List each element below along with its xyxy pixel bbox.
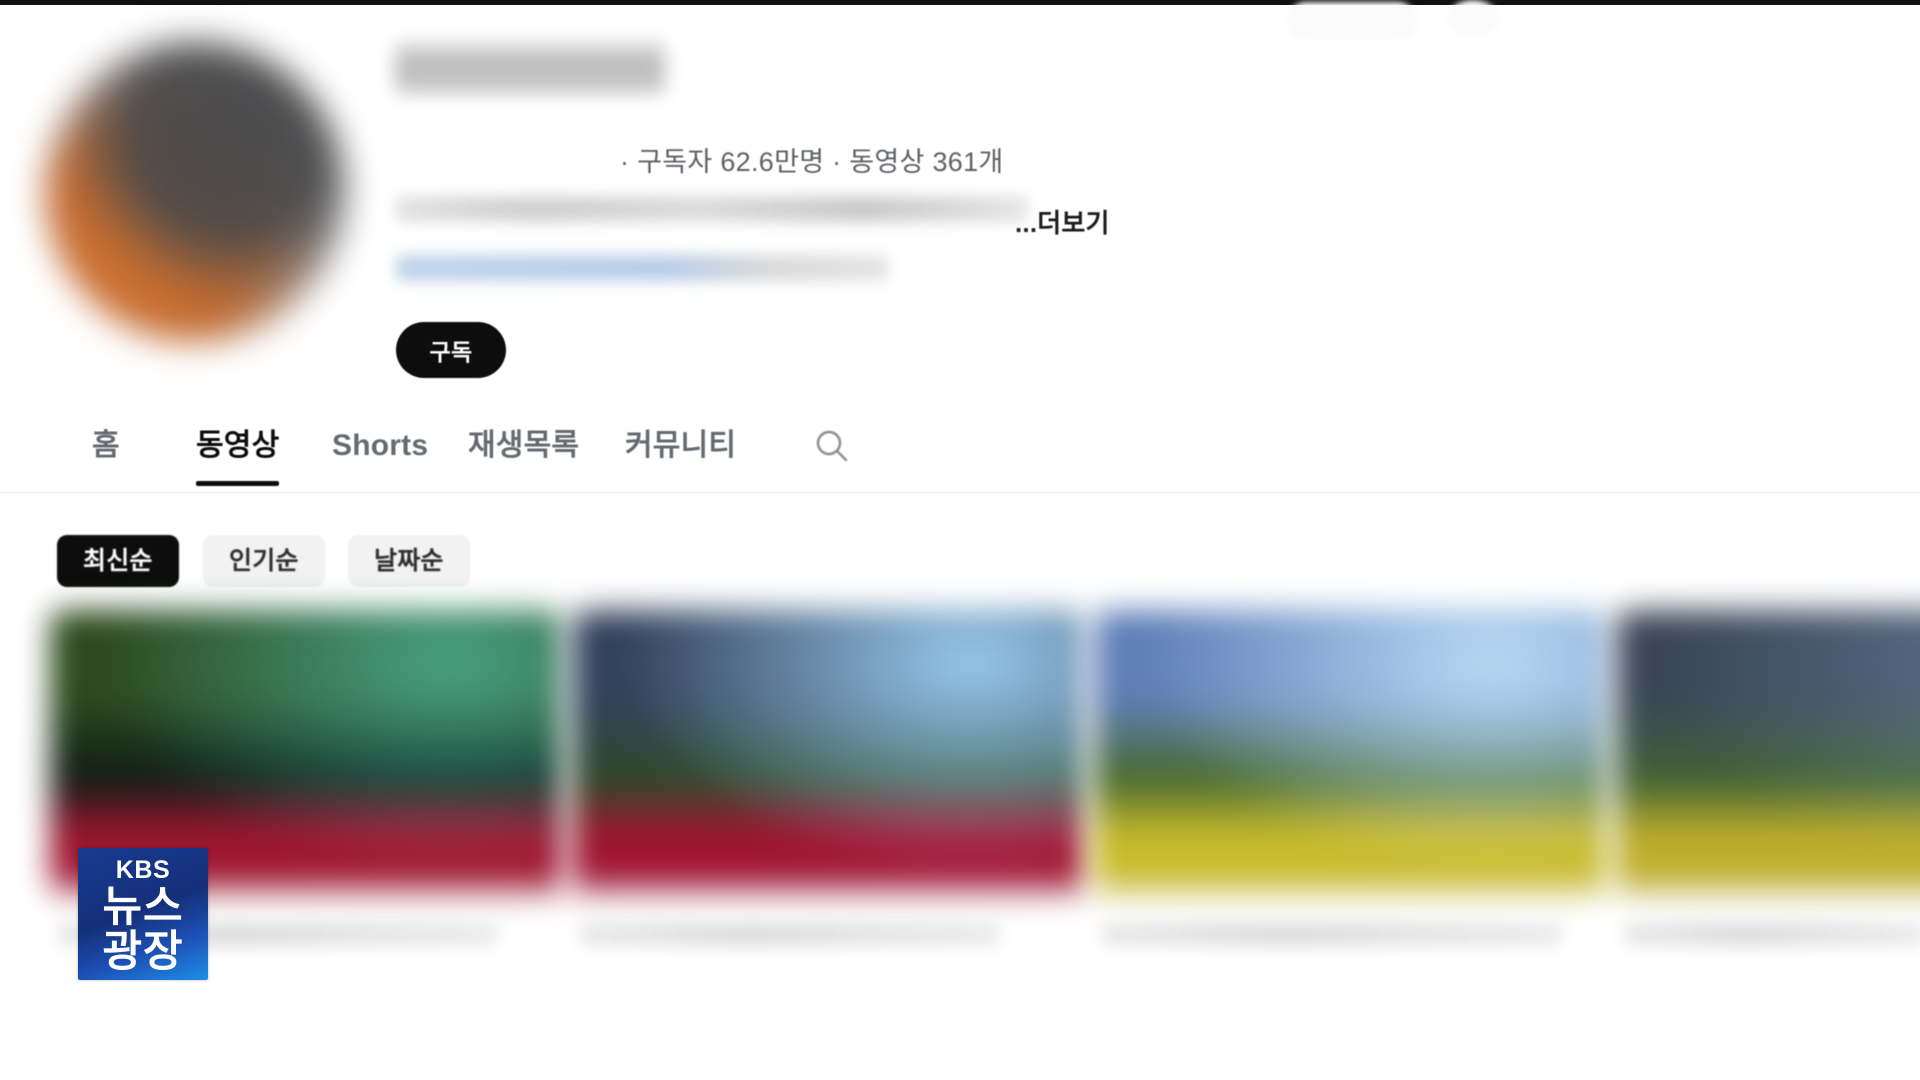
channel-description-line-2	[396, 255, 888, 281]
video-grid	[0, 610, 1920, 1080]
kbs-news-gwangjang-logo: KBS 뉴스 광장	[78, 848, 208, 980]
tab-videos[interactable]: 동영상	[196, 412, 280, 486]
kbs-network-text: KBS	[115, 856, 171, 884]
video-thumbnail[interactable]	[1616, 610, 1920, 900]
video-thumbnail[interactable]	[1094, 610, 1606, 900]
tab-playlists[interactable]: 재생목록	[468, 412, 579, 480]
video-title[interactable]	[1102, 922, 1562, 946]
video-title[interactable]	[1624, 922, 1920, 946]
kbs-logo-line-1: 뉴스	[102, 883, 184, 931]
channel-description-line-1	[396, 196, 1028, 222]
chip-popular[interactable]: 인기순	[203, 535, 325, 587]
subscribe-button[interactable]: 구독	[396, 322, 506, 378]
youtube-channel-page: · 구독자 62.6만명 · 동영상 361개 ...더보기 구독 홈 동영상 Sh…	[0, 0, 1920, 1080]
channel-header: · 구독자 62.6만명 · 동영상 361개 ...더보기 구독	[0, 0, 1920, 410]
avatar[interactable]	[45, 42, 345, 342]
channel-name	[395, 42, 665, 94]
kbs-logo-line-2: 광장	[102, 928, 184, 976]
chip-by-date[interactable]: 날짜순	[348, 535, 470, 587]
video-title[interactable]	[580, 922, 1000, 946]
more-link[interactable]: ...더보기	[1015, 203, 1110, 240]
tabbar-divider	[0, 492, 1920, 493]
tab-home[interactable]: 홈	[92, 412, 120, 480]
sort-filter-chips: 최신순 인기순 날짜순	[0, 535, 1920, 595]
tab-shorts[interactable]: Shorts	[332, 412, 428, 480]
channel-meta: · 구독자 62.6만명 · 동영상 361개	[620, 147, 1004, 177]
tab-community[interactable]: 커뮤니티	[625, 412, 736, 480]
search-icon[interactable]	[812, 426, 852, 466]
video-thumbnail[interactable]	[572, 610, 1084, 900]
active-tab-underline	[196, 481, 280, 486]
channel-tabbar: 홈 동영상 Shorts 재생목록 커뮤니티	[0, 412, 1920, 492]
chip-latest[interactable]: 최신순	[57, 535, 179, 587]
